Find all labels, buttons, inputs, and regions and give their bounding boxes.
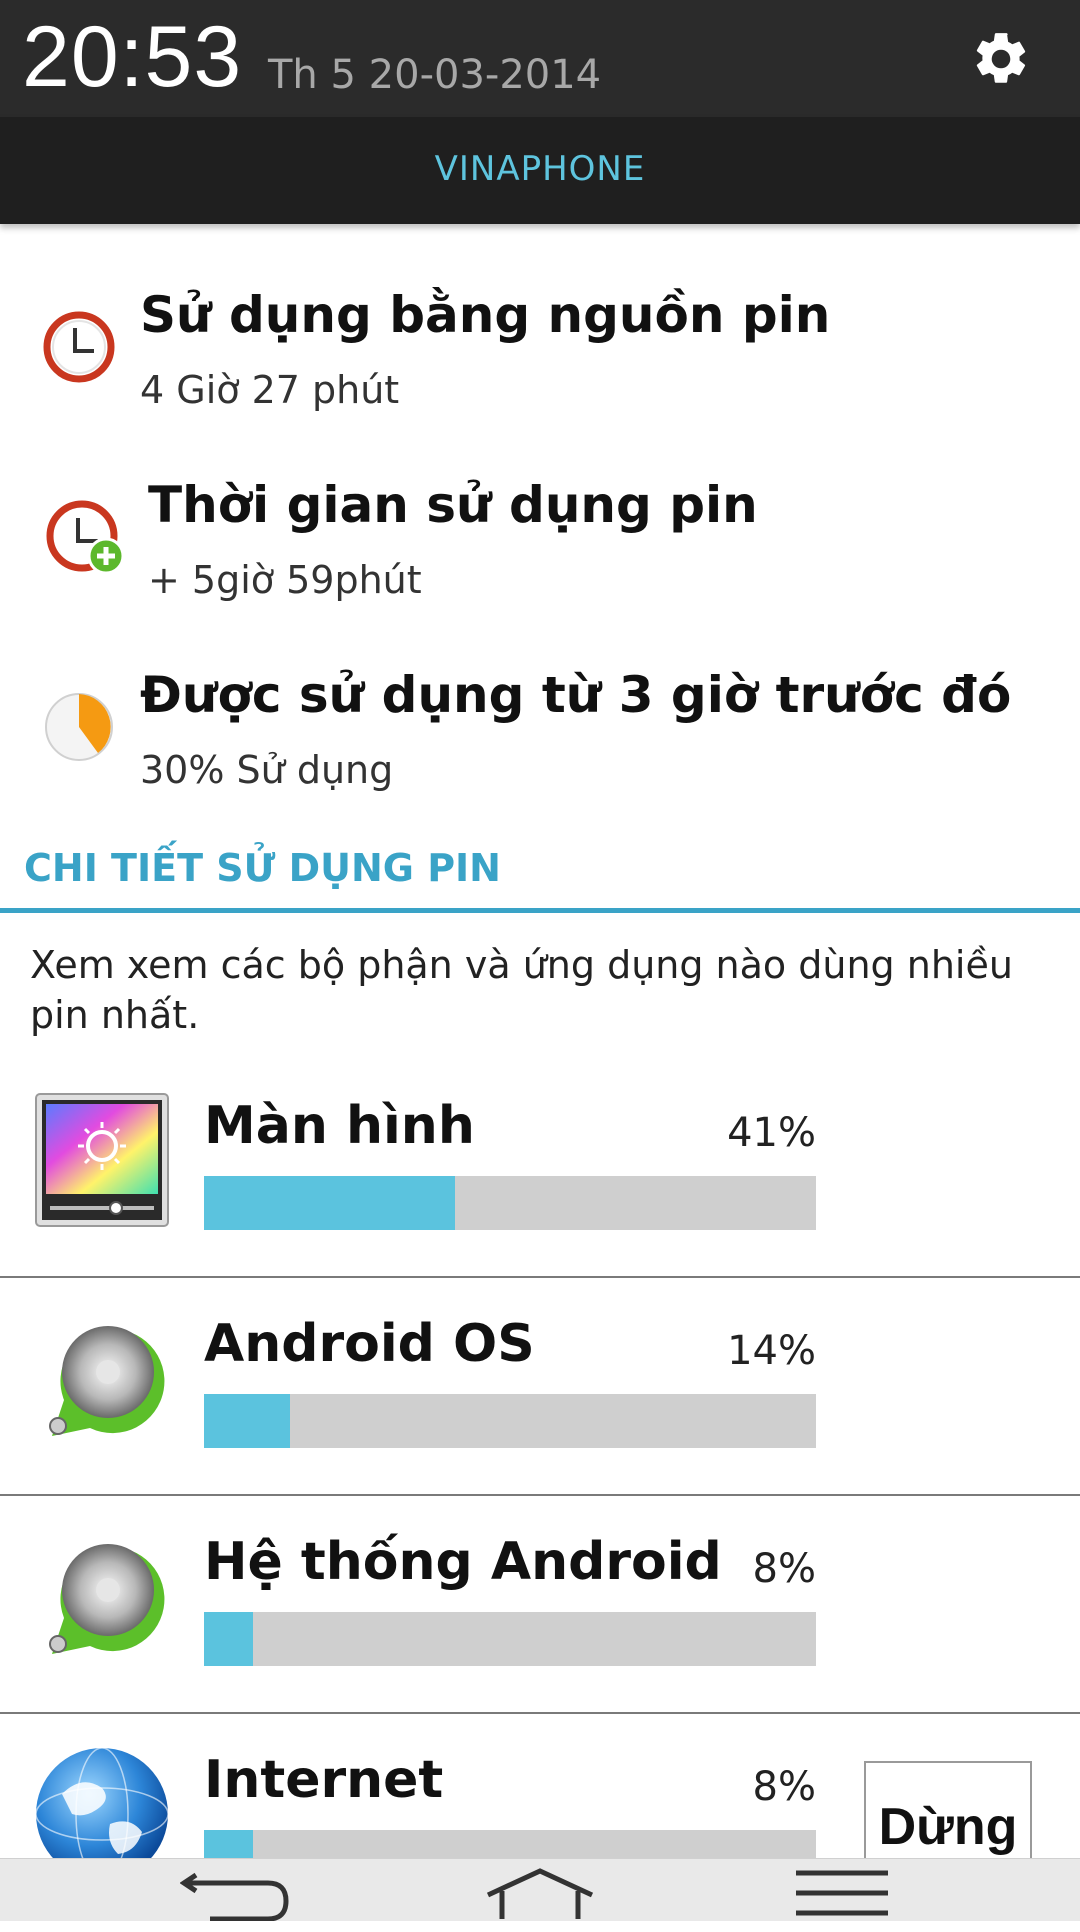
battery-use-row[interactable]: Sử dụng bằng nguồn pin 4 Giờ 27 phút bbox=[0, 270, 1080, 430]
carrier-name: VINAPHONE bbox=[434, 149, 646, 189]
display-icon bbox=[35, 1093, 169, 1227]
info-title: Thời gian sử dụng pin bbox=[148, 476, 758, 534]
usage-bar-fill bbox=[204, 1394, 290, 1448]
usage-item-android-system[interactable]: Hệ thống Android 8% bbox=[0, 1496, 1080, 1714]
menu-icon[interactable] bbox=[794, 1865, 890, 1921]
navigation-bar bbox=[0, 1858, 1080, 1921]
clock-plus-icon bbox=[46, 500, 125, 575]
clock: 20:53 bbox=[22, 9, 243, 105]
android-system-icon bbox=[49, 1544, 165, 1654]
usage-bar bbox=[204, 1176, 816, 1230]
info-subtitle: 4 Giờ 27 phút bbox=[140, 368, 400, 412]
usage-bar bbox=[204, 1394, 816, 1448]
usage-name: Internet bbox=[204, 1750, 444, 1810]
usage-percent: 41% bbox=[727, 1110, 816, 1156]
section-header: CHI TIẾT SỬ DỤNG PIN bbox=[24, 846, 501, 890]
usage-bar-fill bbox=[204, 1612, 253, 1666]
settings-button[interactable] bbox=[970, 28, 1032, 90]
carrier-bar: VINAPHONE bbox=[0, 117, 1080, 224]
info-subtitle: 30% Sử dụng bbox=[140, 748, 394, 792]
usage-since-row[interactable]: Được sử dụng từ 3 giờ trước đó 30% Sử dụ… bbox=[0, 650, 1080, 810]
usage-percent: 8% bbox=[752, 1546, 816, 1592]
battery-time-row[interactable]: Thời gian sử dụng pin + 5giờ 59phút bbox=[0, 460, 1080, 620]
usage-item-android-os[interactable]: Android OS 14% bbox=[0, 1278, 1080, 1496]
back-icon[interactable] bbox=[180, 1865, 292, 1921]
usage-item-screen[interactable]: Màn hình 41% bbox=[0, 1060, 1080, 1278]
date-label: Th 5 20-03-2014 bbox=[268, 52, 602, 98]
usage-percent: 8% bbox=[752, 1764, 816, 1810]
usage-name: Android OS bbox=[204, 1314, 535, 1374]
usage-percent: 14% bbox=[727, 1328, 816, 1374]
pie-icon bbox=[45, 693, 113, 761]
usage-bar bbox=[204, 1612, 816, 1666]
status-header: 20:53 Th 5 20-03-2014 bbox=[0, 0, 1080, 117]
usage-name: Màn hình bbox=[204, 1096, 475, 1156]
info-title: Được sử dụng từ 3 giờ trước đó bbox=[140, 666, 1012, 724]
info-subtitle: + 5giờ 59phút bbox=[148, 558, 422, 602]
home-icon[interactable] bbox=[482, 1865, 598, 1921]
android-os-icon bbox=[49, 1326, 165, 1436]
usage-bar-fill bbox=[204, 1176, 455, 1230]
section-divider bbox=[0, 908, 1080, 913]
section-description: Xem xem các bộ phận và ứng dụng nào dùng… bbox=[30, 943, 1013, 1037]
gear-icon bbox=[976, 33, 1026, 83]
info-title: Sử dụng bằng nguồn pin bbox=[140, 286, 831, 344]
clock-icon bbox=[43, 311, 115, 383]
